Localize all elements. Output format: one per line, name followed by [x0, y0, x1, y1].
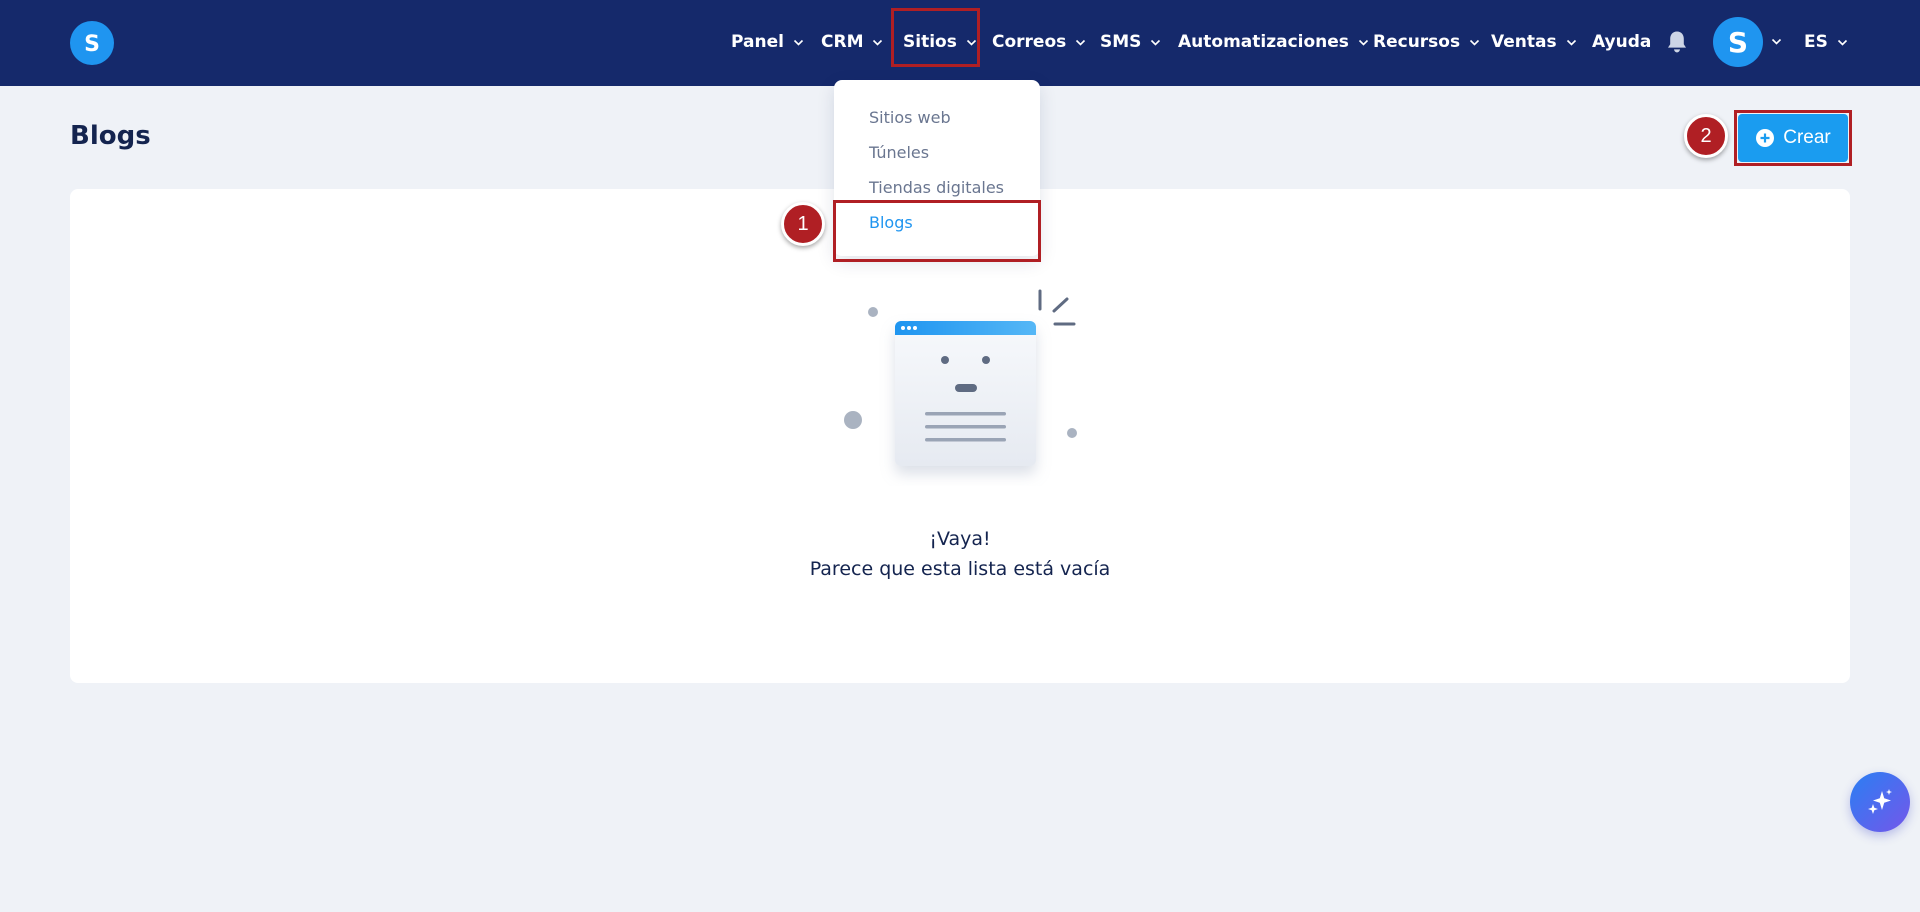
- nav-item-ventas[interactable]: Ventas: [1491, 29, 1577, 55]
- sparkle-icon: [1868, 789, 1892, 814]
- menu-item-tiendas-digitales[interactable]: Tiendas digitales: [869, 178, 1004, 197]
- step-2-badge: 2: [1684, 114, 1728, 158]
- nav-item-label: Recursos: [1373, 32, 1461, 52]
- sitios-dropdown-menu: Sitios web Túneles Tiendas digitales Blo…: [834, 80, 1040, 256]
- nav-item-label: Ventas: [1491, 32, 1557, 52]
- bell-icon[interactable]: [1665, 29, 1689, 55]
- svg-text:S: S: [84, 32, 100, 56]
- chevron-down-icon: [1837, 39, 1847, 46]
- nav-item-label: Ayuda: [1592, 32, 1652, 52]
- nav-item-label: Correos: [992, 32, 1067, 52]
- language-selector[interactable]: ES: [1804, 29, 1848, 55]
- menu-item-tuneles[interactable]: Túneles: [869, 143, 929, 162]
- plus-circle-icon: [1756, 129, 1775, 147]
- step-1-badge: 1: [781, 202, 825, 246]
- menu-item-blogs[interactable]: Blogs: [869, 213, 913, 232]
- chevron-down-icon: [1470, 39, 1480, 46]
- nav-item-panel[interactable]: Panel: [731, 29, 804, 55]
- chevron-down-icon: [793, 39, 804, 46]
- chevron-down-icon: [1358, 39, 1368, 46]
- create-button[interactable]: Crear: [1738, 114, 1848, 162]
- nav-item-automatizaciones[interactable]: Automatizaciones: [1178, 29, 1369, 55]
- chevron-down-icon: [1566, 39, 1576, 46]
- nav-item-crm[interactable]: CRM: [821, 29, 883, 55]
- empty-state-title: ¡Vaya!: [929, 528, 991, 550]
- menu-item-sitios-web[interactable]: Sitios web: [869, 108, 951, 127]
- empty-list-illustration: [844, 289, 1077, 466]
- nav-item-sitios[interactable]: Sitios: [903, 29, 977, 55]
- nav-item-label: Panel: [731, 32, 784, 52]
- ai-assistant-button[interactable]: [1850, 772, 1910, 832]
- nav-item-label: Automatizaciones: [1178, 32, 1349, 52]
- nav-item-ayuda[interactable]: Ayuda: [1592, 29, 1651, 55]
- nav-item-correos[interactable]: Correos: [992, 29, 1086, 55]
- language-label: ES: [1804, 32, 1828, 52]
- svg-text:S: S: [1728, 27, 1748, 57]
- avatar-s-icon[interactable]: S: [1713, 17, 1763, 67]
- chevron-down-icon: [966, 39, 976, 46]
- logo-icon[interactable]: S: [70, 21, 114, 65]
- nav-item-label: SMS: [1100, 32, 1142, 52]
- nav-item-label: Sitios: [903, 32, 957, 52]
- nav-item-recursos[interactable]: Recursos: [1373, 29, 1480, 55]
- chevron-down-icon: [1076, 39, 1086, 46]
- chevron-down-icon: [1151, 39, 1161, 46]
- top-navigation-bar: S Panel CRM Sitios Correos SMS Automatiz…: [0, 0, 1920, 86]
- nav-item-label: CRM: [821, 32, 864, 52]
- page-title: Blogs: [70, 121, 151, 151]
- create-button-label: Crear: [1783, 127, 1831, 148]
- nav-item-sms[interactable]: SMS: [1100, 29, 1161, 55]
- chevron-down-icon: [873, 39, 883, 46]
- chevron-down-icon[interactable]: [1771, 36, 1782, 47]
- empty-state-message: Parece que esta lista está vacía: [809, 558, 1111, 580]
